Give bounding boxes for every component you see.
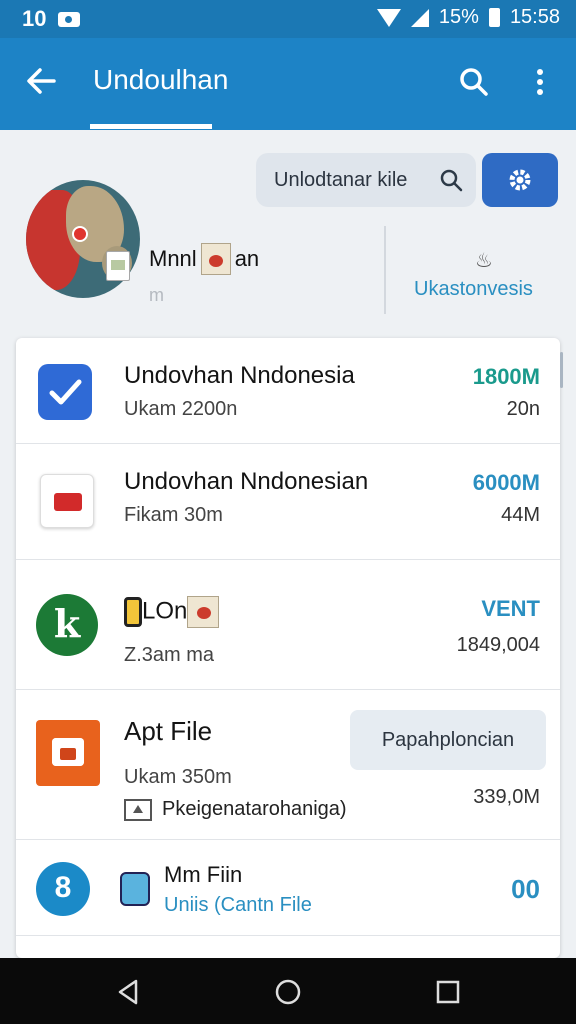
battery-percent: 15% xyxy=(438,6,479,28)
item-count: 44M xyxy=(501,504,540,526)
list-item[interactable]: Undovhan Nndonesian Fikam 30m 6000M 44M xyxy=(16,444,560,560)
item-subtitle: Ukam 350m xyxy=(124,766,232,788)
document-icon xyxy=(40,474,94,528)
item-size: 1800M xyxy=(472,364,540,389)
navigation-bar xyxy=(0,958,576,1024)
list-item[interactable]: Undovhan Nndonesia Ukam 2200n 1800M 20n xyxy=(16,338,560,444)
file-list: Undovhan Nndonesia Ukam 2200n 1800M 20n … xyxy=(16,338,560,958)
item-title: Undovhan Nndonesia xyxy=(124,362,355,389)
item-detail: Pkeigenatarohaniga) xyxy=(124,798,347,821)
device-icon xyxy=(120,872,150,906)
item-status: 00 xyxy=(511,874,540,904)
phone-icon xyxy=(124,597,142,627)
more-vert-icon[interactable] xyxy=(526,64,554,100)
status-left-text: 10 xyxy=(22,6,47,31)
title-underline xyxy=(90,124,212,129)
battery-icon xyxy=(488,8,500,27)
profile-subtitle: m xyxy=(149,285,164,305)
briefcase-icon xyxy=(36,720,100,786)
status-right: 15% 15:58 xyxy=(376,6,560,29)
gear-icon xyxy=(509,169,531,191)
list-item[interactable]: 8 Mm Fiin Uniis (Cantn File 00 xyxy=(16,840,560,936)
page-title: Undoulhan xyxy=(93,64,229,95)
search-input[interactable] xyxy=(274,166,434,194)
search-icon[interactable] xyxy=(456,64,492,100)
search-icon[interactable] xyxy=(438,167,464,193)
status-bar: 10 15% 15:58 xyxy=(0,0,576,38)
item-count: 20n xyxy=(506,398,540,420)
home-nav-icon[interactable] xyxy=(273,978,303,1006)
signal-icon xyxy=(410,8,429,27)
app-icon: 8 xyxy=(36,862,90,916)
hotspring-icon: ♨ xyxy=(475,250,493,272)
document-icon xyxy=(187,596,220,628)
item-title: Undovhan Nndonesian xyxy=(124,468,369,495)
k-app-icon: k xyxy=(36,594,98,656)
location-pin-icon xyxy=(72,226,88,242)
item-subtitle: Fikam 30m xyxy=(124,504,223,526)
header-link[interactable]: Ukastonvesis xyxy=(414,278,533,301)
checkbox-icon[interactable] xyxy=(38,364,92,420)
status-left: 10 xyxy=(22,6,81,32)
message-icon xyxy=(58,11,81,27)
open-button[interactable]: Papahploncian xyxy=(350,710,546,770)
image-icon xyxy=(124,798,152,821)
document-icon xyxy=(200,243,231,275)
item-title-text: LOn xyxy=(142,597,188,625)
item-size: 339,0M xyxy=(473,786,540,808)
item-title: Mm Fiin xyxy=(164,862,243,887)
profile-name-part: an xyxy=(234,246,260,271)
item-size: 6000M xyxy=(472,470,540,495)
app-bar: Undoulhan xyxy=(0,38,576,130)
item-subtitle: Uniis (Cantn File xyxy=(164,894,312,916)
profile-name: Mnnl an xyxy=(149,243,259,275)
back-arrow-icon[interactable] xyxy=(22,62,60,100)
clock: 15:58 xyxy=(509,6,560,28)
list-item[interactable]: Apt File Ukam 350m Pkeigenatarohaniga) P… xyxy=(16,690,560,840)
item-title: LOn xyxy=(124,596,220,628)
back-nav-icon[interactable] xyxy=(114,978,144,1006)
search-box[interactable] xyxy=(256,153,476,207)
divider xyxy=(384,226,386,314)
scrollbar[interactable] xyxy=(560,352,563,388)
recents-nav-icon[interactable] xyxy=(433,978,463,1006)
item-title: Apt File xyxy=(124,716,213,746)
profile-name-part: Mnnl xyxy=(149,246,197,271)
item-count: 1849,004 xyxy=(456,634,540,656)
document-icon xyxy=(106,251,130,281)
list-item[interactable]: k LOn Z.3am ma VENT 1849,004 xyxy=(16,560,560,690)
item-subtitle: Ukam 2200n xyxy=(124,398,238,420)
settings-button[interactable] xyxy=(482,153,558,207)
wifi-icon xyxy=(376,8,401,27)
check-icon xyxy=(49,379,82,405)
item-status: VENT xyxy=(481,596,540,621)
item-subtitle: Z.3am ma xyxy=(124,644,215,666)
item-detail-text: Pkeigenatarohaniga) xyxy=(162,798,347,820)
